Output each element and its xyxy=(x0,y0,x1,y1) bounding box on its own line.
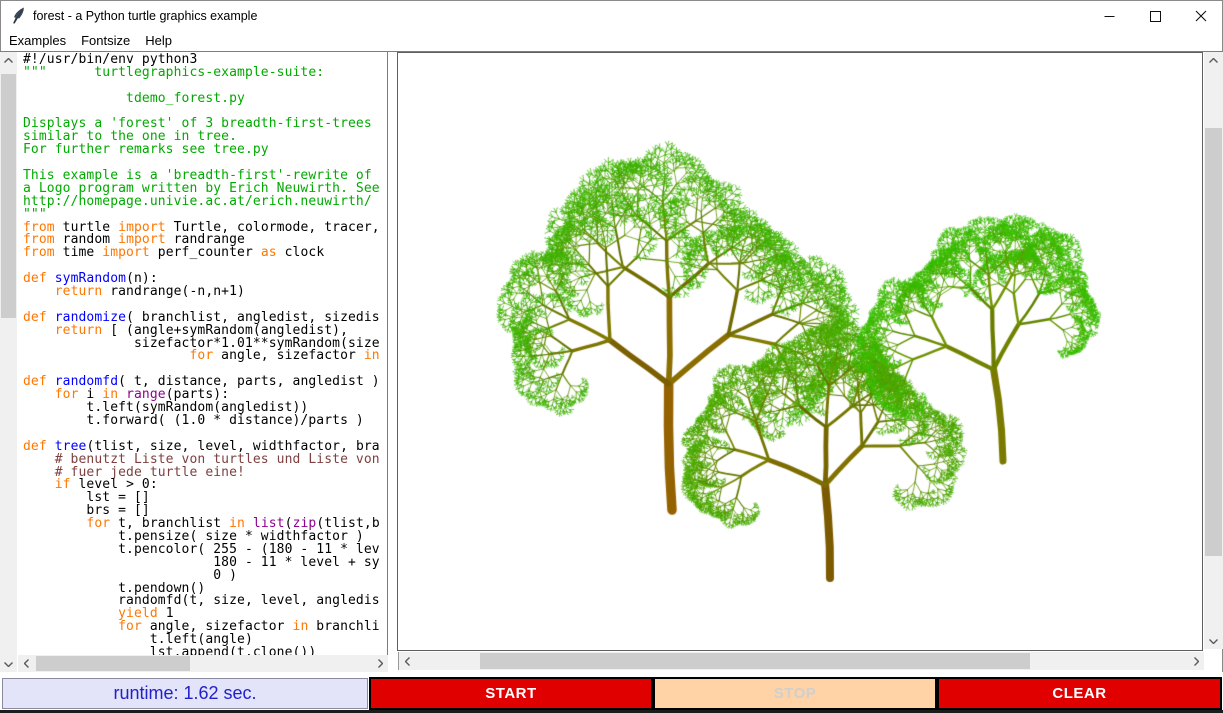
chevron-left-icon xyxy=(24,659,29,668)
chevron-right-icon xyxy=(1194,657,1199,666)
code-pane: #!/usr/bin/env python3""" turtlegraphics… xyxy=(18,52,388,655)
code-vertical-scrollbar[interactable] xyxy=(0,52,17,672)
code-line: For further remarks see tree.py xyxy=(23,144,387,157)
title-bar: forest - a Python turtle graphics exampl… xyxy=(1,1,1222,30)
scroll-left-button[interactable] xyxy=(18,655,34,672)
canvas-hscroll-thumb[interactable] xyxy=(480,653,1030,669)
code-line: """ turtlegraphics-example-suite: xyxy=(23,67,387,80)
menu-help[interactable]: Help xyxy=(138,31,179,50)
code-vscroll-thumb[interactable] xyxy=(1,74,16,318)
code-line: http://homepage.univie.ac.at/erich.neuwi… xyxy=(23,196,387,209)
app-window: forest - a Python turtle graphics exampl… xyxy=(0,0,1223,713)
menu-examples[interactable]: Examples xyxy=(2,31,73,50)
minimize-icon xyxy=(1104,11,1115,22)
maximize-button[interactable] xyxy=(1132,1,1178,31)
scroll-left-button[interactable] xyxy=(399,652,415,670)
maximize-icon xyxy=(1150,11,1161,22)
scroll-down-button[interactable] xyxy=(1204,633,1223,649)
status-bar: runtime: 1.62 sec. START STOP CLEAR xyxy=(0,672,1223,713)
chevron-down-icon xyxy=(1209,639,1218,644)
code-hscroll-thumb[interactable] xyxy=(36,656,190,671)
scroll-up-button[interactable] xyxy=(0,52,17,68)
code-line: for angle, sizefactor in xyxy=(23,350,387,363)
code-line: from time import perf_counter as clock xyxy=(23,247,387,260)
code-line: return randrange(-n,n+1) xyxy=(23,286,387,299)
clear-button[interactable]: CLEAR xyxy=(937,677,1222,710)
scroll-right-button[interactable] xyxy=(372,655,388,672)
menu-bar: Examples Fontsize Help xyxy=(1,30,1222,51)
canvas-horizontal-scrollbar[interactable] xyxy=(398,652,1204,670)
graphics-pane xyxy=(397,52,1203,651)
runtime-label: runtime: 1.62 sec. xyxy=(2,678,368,709)
chevron-down-icon xyxy=(4,662,13,667)
code-editor[interactable]: #!/usr/bin/env python3""" turtlegraphics… xyxy=(18,52,387,655)
feather-icon xyxy=(11,7,26,24)
start-button[interactable]: START xyxy=(369,677,653,710)
code-line: lst.append(t.clone()) xyxy=(23,647,387,655)
chevron-up-icon xyxy=(1209,58,1218,63)
scroll-down-button[interactable] xyxy=(0,656,17,672)
code-line: tdemo_forest.py xyxy=(23,93,387,106)
stop-button[interactable]: STOP xyxy=(653,677,937,710)
chevron-left-icon xyxy=(405,657,410,666)
code-line: t.forward( (1.0 * distance)/parts ) xyxy=(23,415,387,428)
minimize-button[interactable] xyxy=(1086,1,1132,31)
chevron-right-icon xyxy=(378,659,383,668)
close-button[interactable] xyxy=(1178,1,1223,31)
scroll-up-button[interactable] xyxy=(1204,52,1223,68)
turtle-canvas[interactable] xyxy=(398,53,1202,650)
menu-fontsize[interactable]: Fontsize xyxy=(74,31,137,50)
canvas-vscroll-thumb[interactable] xyxy=(1205,128,1222,556)
canvas-vertical-scrollbar[interactable] xyxy=(1204,52,1223,649)
chevron-up-icon xyxy=(4,58,13,63)
scroll-right-button[interactable] xyxy=(1188,652,1204,670)
window-title: forest - a Python turtle graphics exampl… xyxy=(33,9,257,23)
code-horizontal-scrollbar[interactable] xyxy=(18,655,388,672)
close-icon xyxy=(1195,10,1207,22)
